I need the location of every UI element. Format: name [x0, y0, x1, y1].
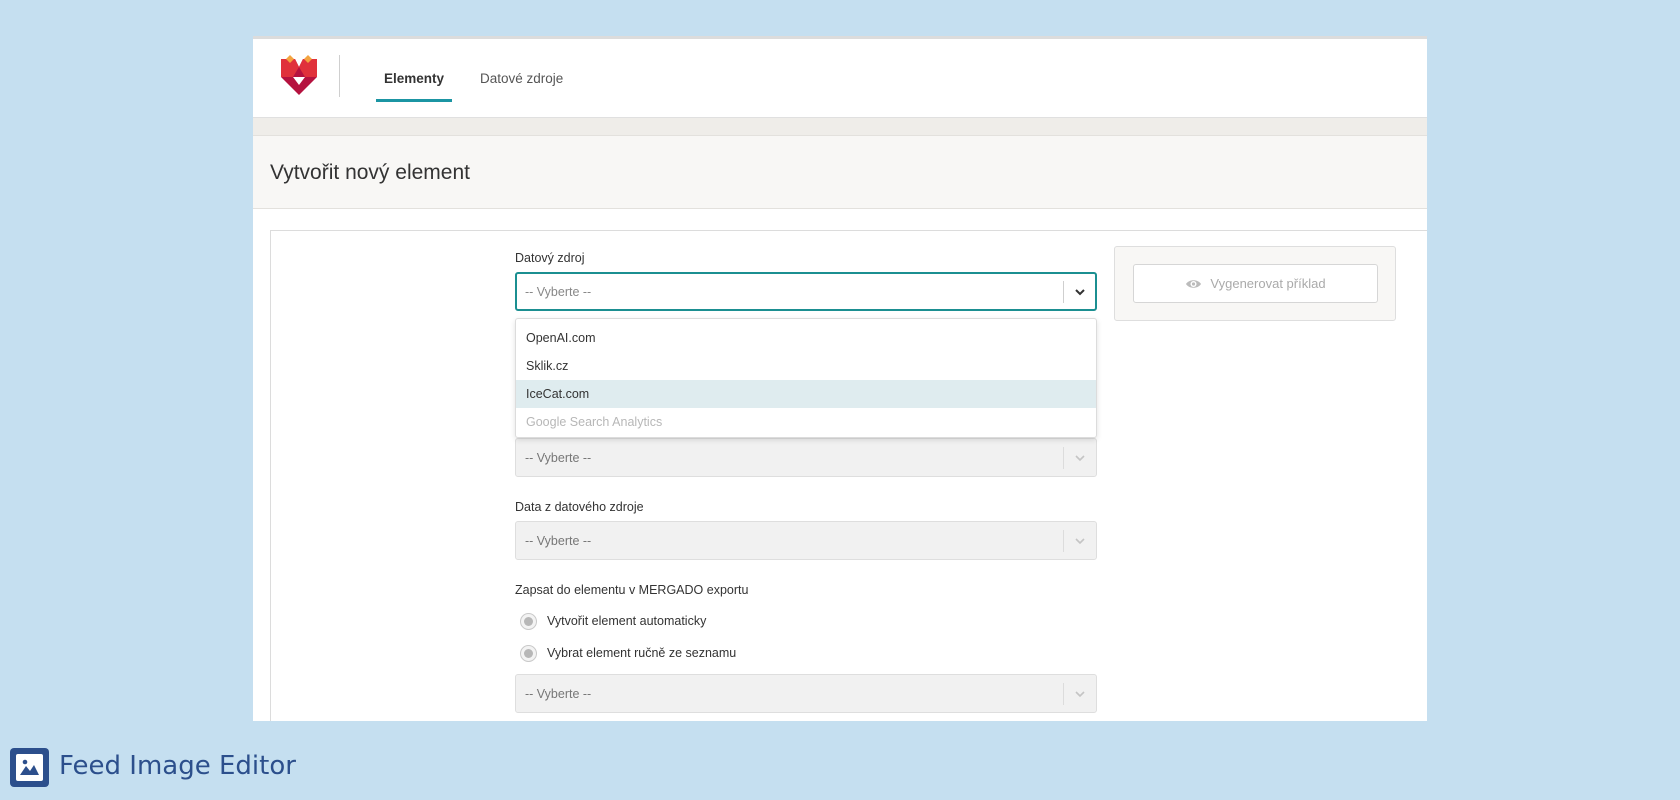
image-icon-frame [16, 754, 43, 781]
dropdown-option-google-search-analytics: Google Search Analytics [526, 415, 663, 429]
secondary-select-value: -- Vyberte -- [525, 451, 592, 465]
data-source-dropdown: OpenAI.com Sklik.cz IceCat.com Google Se… [515, 318, 1097, 438]
landscape-icon [20, 759, 39, 775]
eye-icon [1186, 279, 1202, 288]
tab-datove-zdroje[interactable]: Datové zdroje [472, 39, 571, 118]
dropdown-option-sklik[interactable]: Sklik.cz [516, 352, 1096, 380]
mergado-logo[interactable] [281, 55, 317, 99]
radio-create-auto[interactable]: Vytvořit element automaticky [520, 611, 706, 631]
radio-dot [524, 648, 533, 658]
source-data-label: Data z datového zdroje [515, 500, 644, 514]
generate-example-label: Vygenerovat příklad [1210, 276, 1326, 291]
top-navigation: Elementy Datové zdroje [253, 39, 1427, 118]
page-title: Vytvořit nový element [270, 161, 470, 184]
logo-divider [339, 55, 340, 97]
image-editor-icon [10, 748, 49, 787]
source-data-value: -- Vyberte -- [525, 534, 592, 548]
select-separator [1063, 447, 1064, 469]
radio-select-manual-label: Vybrat element ručně ze seznamu [547, 646, 737, 660]
radio-button[interactable] [520, 644, 537, 662]
footer-title: Feed Image Editor [59, 751, 296, 781]
dropdown-option-openai[interactable]: OpenAI.com [516, 324, 1096, 352]
data-source-select[interactable]: -- Vyberte -- [515, 272, 1097, 311]
chevron-down-icon[interactable] [1073, 285, 1087, 299]
radio-create-auto-label: Vytvořit element automaticky [547, 614, 707, 628]
data-source-placeholder[interactable]: -- Vyberte -- [525, 285, 591, 299]
tab-elementy[interactable]: Elementy [376, 39, 453, 118]
element-select: -- Vyberte -- [515, 674, 1097, 713]
element-select-value: -- Vyberte -- [525, 687, 592, 701]
generate-example-button[interactable]: Vygenerovat příklad [1133, 264, 1378, 303]
radio-select-manual[interactable]: Vybrat element ručně ze seznamu [520, 643, 736, 663]
select-separator [1063, 683, 1064, 705]
select-separator [1063, 530, 1064, 552]
preview-panel: Vygenerovat příklad [1114, 246, 1396, 321]
radio-dot [524, 616, 533, 626]
source-data-select: -- Vyberte -- [515, 521, 1097, 560]
data-source-label: Datový zdroj [515, 251, 585, 265]
dropdown-option-icecat[interactable]: IceCat.com [516, 380, 1096, 408]
radio-button[interactable] [520, 612, 537, 630]
chevron-down-icon [1075, 455, 1085, 462]
toolbar-strip [253, 118, 1427, 136]
secondary-select: -- Vyberte -- [515, 438, 1097, 477]
page-header: Vytvořit nový element [253, 136, 1427, 209]
write-to-label: Zapsat do elementu v MERGADO exportu [515, 583, 749, 597]
chevron-down-icon [1075, 538, 1085, 545]
select-separator [1063, 281, 1064, 303]
chevron-down-icon [1075, 691, 1085, 698]
